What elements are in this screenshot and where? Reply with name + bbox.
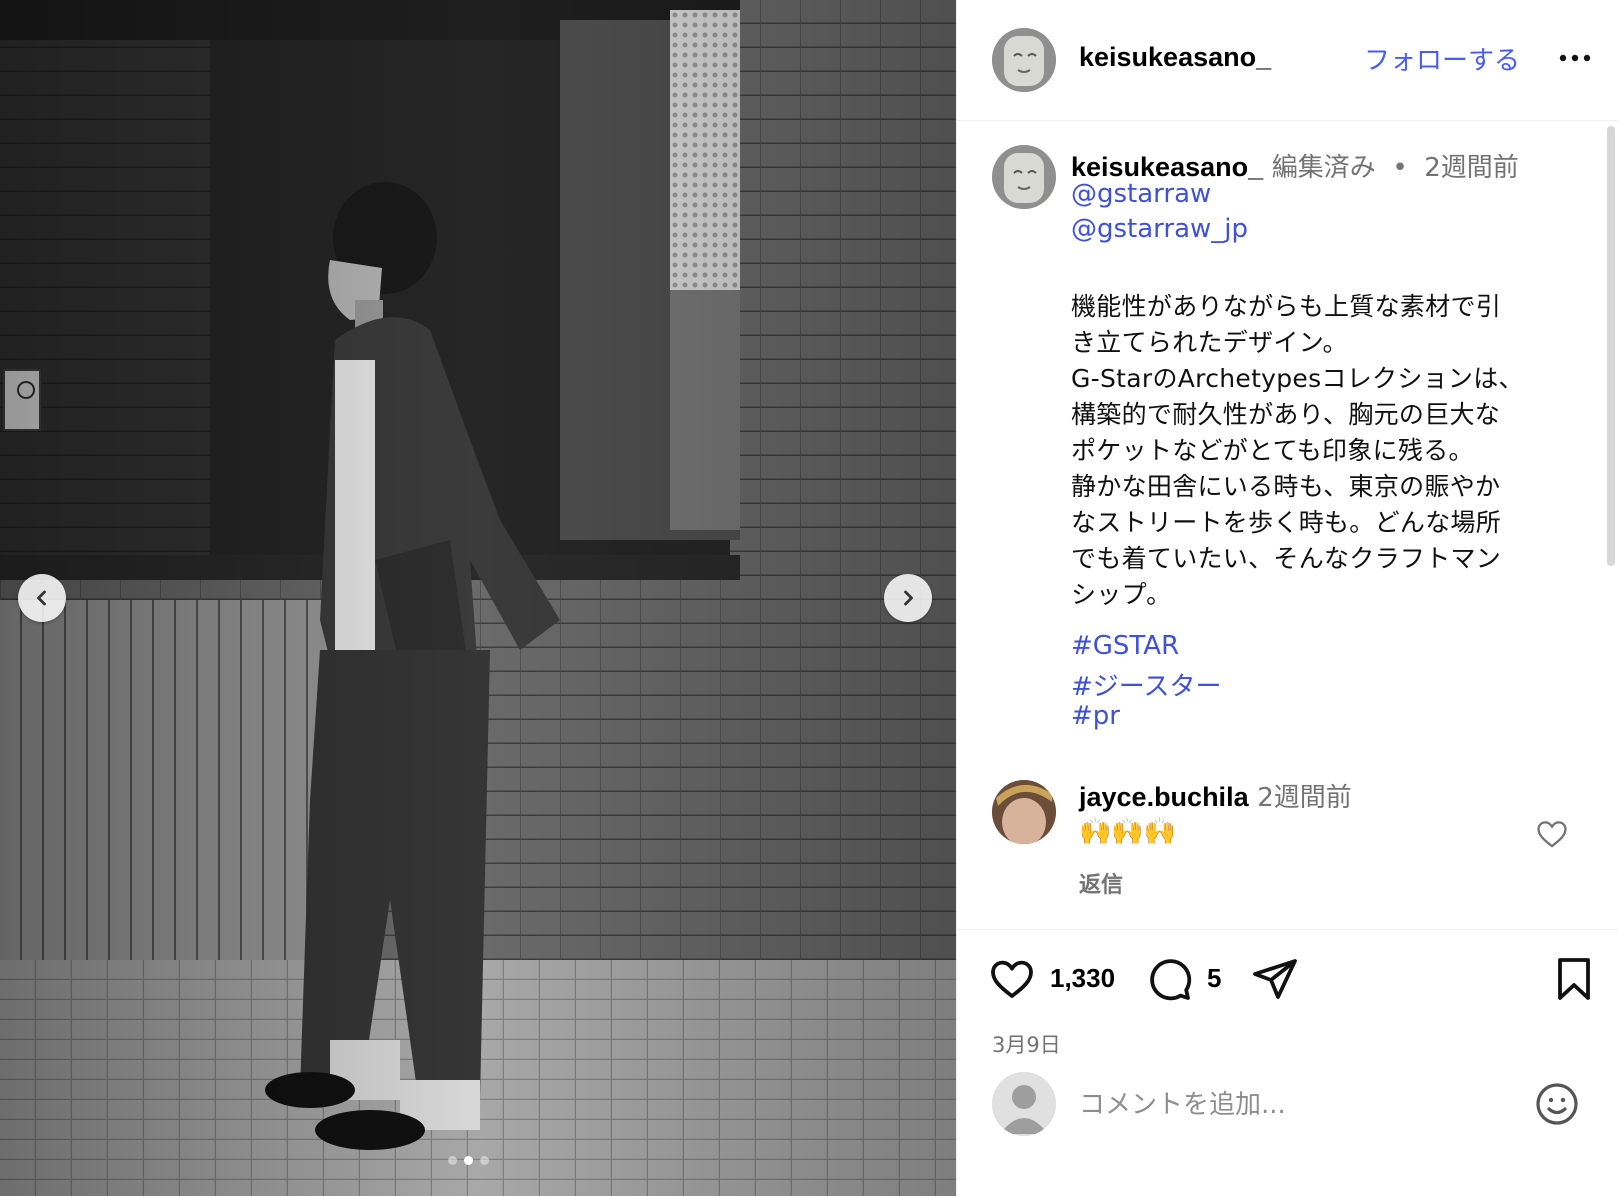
edited-label: 編集済み [1271,153,1376,183]
comment-text: 🙌🙌🙌 [1079,817,1177,847]
post-details-panel: keisukeasano_ フォローする keisukeasano_ 編集済み … [956,0,1618,1196]
carousel-dot [480,1156,489,1165]
carousel-indicator [448,1156,489,1165]
commenter-avatar[interactable] [992,780,1056,844]
post-header: keisukeasano_ フォローする [957,0,1618,121]
caption-time[interactable]: 2週間前 [1424,153,1519,183]
previous-slide-button[interactable] [18,574,66,622]
avatar-image [992,780,1056,844]
avatar-image [992,28,1056,92]
follow-button[interactable]: フォローする [1364,40,1520,77]
comment-time[interactable]: 2週間前 [1257,783,1352,813]
default-avatar-icon [992,1072,1056,1136]
hashtag-link[interactable]: #GSTAR [1071,631,1179,661]
post-photo[interactable] [0,0,956,1196]
hashtag-link[interactable]: #pr [1071,701,1120,731]
comment-header: jayce.buchila 2週間前 [1079,777,1352,814]
more-horizontal-icon[interactable] [1555,44,1595,74]
comment-icon[interactable] [1145,955,1193,1003]
hashtag-link[interactable]: #ジースター [1071,666,1222,703]
chevron-right-icon [904,590,913,606]
post-date[interactable]: 3月9日 [992,1029,1061,1059]
caption-author-avatar[interactable] [992,145,1056,209]
mention-link[interactable]: @gstarraw [1071,179,1211,209]
caption-username[interactable]: keisukeasano_ [1071,152,1263,182]
carousel-dot-active [464,1156,473,1165]
comments-section[interactable]: keisukeasano_ 編集済み • 2週間前 @gstarraw @gst… [957,121,1618,928]
next-slide-button[interactable] [884,574,932,622]
emoji-icon[interactable] [1533,1080,1581,1128]
share-icon[interactable] [1251,955,1299,1003]
mention-link[interactable]: @gstarraw_jp [1071,214,1248,244]
carousel-dot [448,1156,457,1165]
chevron-left-icon [37,590,46,606]
author-avatar[interactable] [992,28,1056,92]
post-actions: 1,330 5 3月9日 [957,929,1618,1197]
like-count[interactable]: 1,330 [1050,963,1115,994]
reply-button[interactable]: 返信 [1079,867,1123,899]
current-user-avatar [992,1072,1056,1136]
commenter-username[interactable]: jayce.buchila [1079,782,1249,812]
author-username[interactable]: keisukeasano_ [1079,42,1271,73]
comment-like-icon[interactable] [1535,817,1569,851]
heart-icon[interactable] [988,955,1036,1003]
caption-text: 機能性がありながらも上質な素材で引 き立てられたデザイン。 G-StarのArc… [1071,292,1524,609]
comment-count[interactable]: 5 [1207,963,1221,994]
bookmark-icon[interactable] [1550,955,1598,1003]
comment-input[interactable] [1077,1082,1511,1128]
photo-image [0,0,956,1196]
separator: • [1392,153,1408,183]
scrollbar[interactable] [1607,126,1615,566]
avatar-image [992,145,1056,209]
